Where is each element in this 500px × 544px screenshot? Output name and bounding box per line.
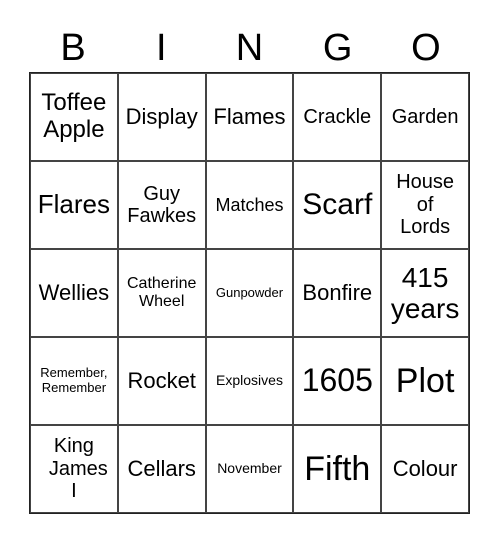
bingo-cell[interactable]: Guy Fawkes	[117, 161, 206, 249]
cell-label: 415 years	[390, 261, 460, 324]
bingo-cell[interactable]: House of Lords	[381, 161, 469, 249]
header-letter-n: N	[235, 27, 264, 69]
cell-label: Catherine Wheel	[127, 275, 197, 310]
bingo-cell[interactable]: King James I	[30, 425, 118, 513]
cell-label: Display	[125, 103, 198, 129]
cell-label: Remember, Remember	[40, 365, 108, 395]
cell-label: November	[217, 460, 282, 477]
cell-label: Bonfire	[302, 279, 373, 305]
cell-label: Wellies	[38, 279, 110, 305]
cell-label: Colour	[392, 455, 458, 481]
bingo-header: B I N G O	[29, 24, 470, 72]
cell-label: Toffee Apple	[41, 89, 107, 143]
cell-label: Cellars	[127, 455, 196, 481]
bingo-cell[interactable]: Explosives	[205, 337, 294, 425]
cell-label: King James I	[48, 435, 108, 503]
cell-label: Crackle	[303, 105, 372, 128]
cell-label: Gunpowder	[215, 284, 284, 300]
cell-label: Guy Fawkes	[127, 182, 197, 227]
bingo-cell[interactable]: Flames	[205, 73, 294, 161]
cell-label: Flares	[37, 189, 111, 220]
bingo-cell[interactable]: Fifth	[293, 425, 382, 513]
bingo-cell[interactable]: Wellies	[30, 249, 118, 337]
bingo-cell[interactable]: Remember, Remember	[30, 337, 118, 425]
bingo-cell[interactable]: Plot	[381, 337, 469, 425]
bingo-grid: Toffee Apple Display Flames Crackle Garden Fl…	[29, 72, 470, 514]
bingo-cell[interactable]: Cellars	[117, 425, 206, 513]
header-letter-b: B	[60, 27, 86, 69]
cell-label: Rocket	[127, 367, 196, 393]
bingo-cell[interactable]: November	[205, 425, 294, 513]
bingo-cell[interactable]: Catherine Wheel	[117, 249, 206, 337]
cell-label: Flames	[213, 103, 286, 129]
bingo-cell[interactable]: Bonfire	[293, 249, 382, 337]
header-letter-i: I	[156, 27, 167, 69]
header-letter-g: G	[322, 27, 353, 69]
bingo-cell[interactable]: Scarf	[293, 161, 382, 249]
cell-label: Matches	[215, 194, 284, 215]
bingo-cell[interactable]: Display	[117, 73, 206, 161]
bingo-cell[interactable]: 1605	[293, 337, 382, 425]
bingo-cell[interactable]: Crackle	[293, 73, 382, 161]
cell-label: Plot	[395, 361, 455, 400]
cell-label: House of Lords	[396, 171, 454, 239]
bingo-cell[interactable]: Matches	[205, 161, 294, 249]
bingo-cell[interactable]: Gunpowder	[205, 249, 294, 337]
bingo-cell[interactable]: 415 years	[381, 249, 469, 337]
bingo-cell[interactable]: Toffee Apple	[30, 73, 118, 161]
header-letter-o: O	[411, 27, 441, 69]
cell-label: Explosives	[216, 372, 283, 389]
cell-label: Scarf	[302, 188, 373, 222]
bingo-cell[interactable]: Rocket	[117, 337, 206, 425]
bingo-cell[interactable]: Colour	[381, 425, 469, 513]
bingo-cell[interactable]: Flares	[30, 161, 118, 249]
bingo-cell[interactable]: Garden	[381, 73, 469, 161]
cell-label: Fifth	[304, 449, 371, 488]
cell-label: Garden	[391, 105, 459, 128]
cell-label: 1605	[301, 362, 373, 399]
